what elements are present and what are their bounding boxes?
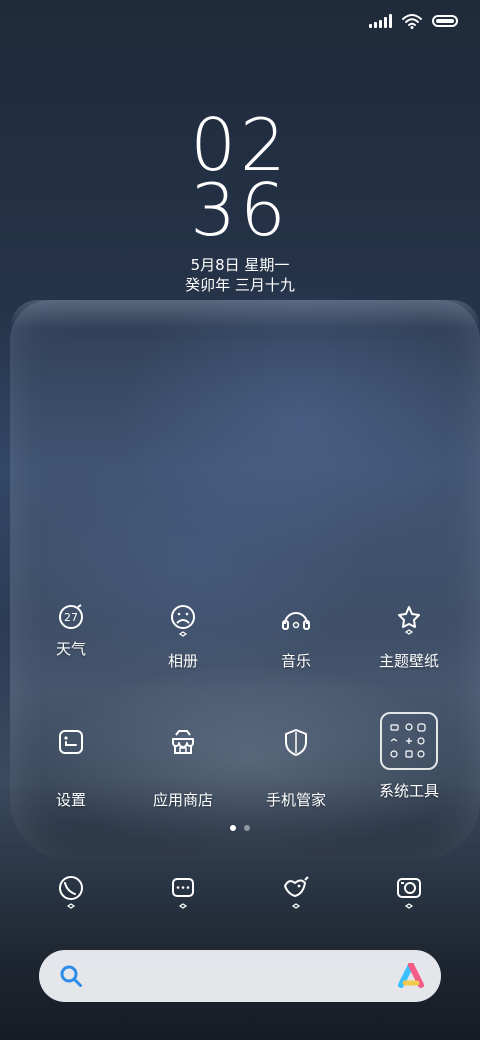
browser-icon [268, 872, 324, 928]
battery-icon [432, 15, 458, 27]
music-icon [268, 604, 324, 660]
app-label: 手机管家 [265, 791, 326, 809]
gallery-icon [155, 604, 211, 660]
phone-icon [43, 872, 99, 928]
app-label: 应用商店 [152, 791, 213, 809]
search-bar[interactable] [39, 950, 441, 1002]
security-icon [268, 727, 324, 783]
app-settings[interactable]: 设置 [16, 727, 126, 810]
settings-icon [43, 727, 99, 783]
wifi-icon [402, 14, 422, 29]
folder-system-tools[interactable]: 系统工具 [354, 712, 464, 801]
app-security[interactable]: 手机管家 [241, 727, 351, 810]
app-label: 设置 [55, 791, 86, 809]
app-weather[interactable]: 27 天气 [16, 604, 126, 659]
app-store-icon [155, 727, 211, 783]
weather-icon: 27 [43, 604, 99, 660]
themes-icon [381, 604, 437, 660]
dock-messages[interactable] [128, 872, 238, 928]
clock-minutes[interactable]: 36 [0, 170, 480, 250]
app-themes[interactable]: 主题壁纸 [354, 604, 464, 671]
app-music[interactable]: 音乐 [241, 604, 351, 671]
page-dot[interactable] [244, 825, 250, 831]
date-lunar[interactable]: 癸卯年 三月十九 [0, 274, 480, 295]
page-indicator[interactable] [0, 825, 480, 831]
app-gallery[interactable]: 相册 [128, 604, 238, 671]
dock-browser[interactable] [241, 872, 351, 928]
folder-label: 系统工具 [378, 782, 439, 800]
search-icon[interactable] [59, 964, 83, 988]
system-tools-folder-icon [380, 712, 438, 770]
weather-temp: 27 [64, 611, 78, 624]
assistant-logo-icon[interactable] [397, 963, 425, 989]
dock-camera[interactable] [354, 872, 464, 928]
signal-icon [369, 14, 392, 28]
page-dot-active[interactable] [230, 825, 236, 831]
status-bar [369, 10, 458, 32]
dock-phone[interactable] [16, 872, 126, 928]
camera-icon [381, 872, 437, 928]
date-solar[interactable]: 5月8日 星期一 [0, 254, 480, 275]
messages-icon [155, 872, 211, 928]
app-store[interactable]: 应用商店 [128, 727, 238, 810]
